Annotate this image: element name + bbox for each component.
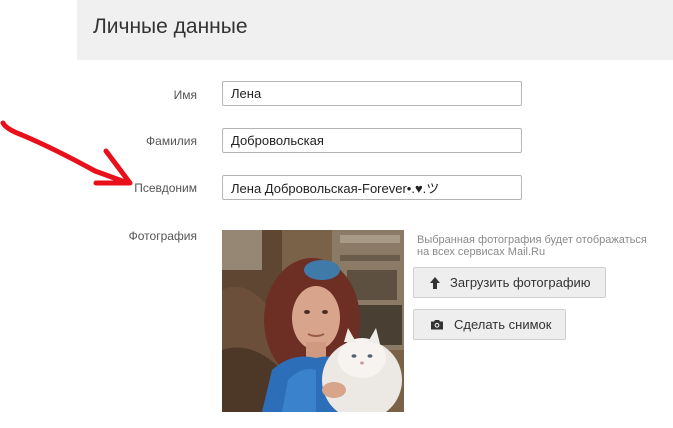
first-name-input[interactable]: [222, 81, 522, 106]
page-title: Личные данные: [93, 15, 248, 38]
page-header: Личные данные: [77, 0, 673, 60]
upload-photo-label: Загрузить фотографию: [450, 275, 591, 290]
first-name-label: Имя: [173, 88, 197, 102]
take-snapshot-label: Сделать снимок: [454, 317, 552, 332]
upload-photo-button[interactable]: Загрузить фотографию: [413, 267, 606, 298]
nickname-input[interactable]: [222, 175, 522, 200]
photo-note: Выбранная фотография будет отображаться …: [417, 234, 647, 258]
profile-photo-image: [222, 230, 404, 412]
camera-icon: [430, 319, 444, 330]
photo-label: Фотография: [128, 229, 197, 243]
last-name-input[interactable]: [222, 128, 522, 153]
personal-data-page: Личные данные Имя Фамилия Псевдоним Фото…: [0, 0, 673, 428]
last-name-label: Фамилия: [146, 134, 197, 148]
annotation-arrow-icon: [0, 120, 133, 186]
take-snapshot-button[interactable]: Сделать снимок: [413, 309, 567, 340]
profile-photo[interactable]: [222, 230, 404, 412]
nickname-label: Псевдоним: [134, 181, 197, 195]
upload-arrow-icon: [430, 276, 440, 289]
